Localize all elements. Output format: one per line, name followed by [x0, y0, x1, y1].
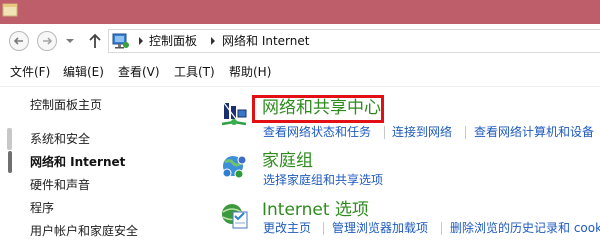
category-title-internet-options[interactable]: Internet 选项: [262, 200, 369, 220]
link-change-homepage[interactable]: 更改主页: [263, 221, 311, 235]
recent-pages-dropdown[interactable]: [65, 36, 75, 46]
sidebar-item-user-accounts[interactable]: 用户帐户和家庭安全: [30, 224, 138, 238]
address-bar[interactable]: 控制面板 网络和 Internet: [108, 29, 600, 53]
back-button[interactable]: [9, 31, 29, 51]
link-view-network-status[interactable]: 查看网络状态和任务: [263, 125, 371, 139]
breadcrumb-control-panel[interactable]: 控制面板: [149, 34, 197, 48]
link-separator: [384, 126, 385, 139]
menu-view[interactable]: 查看(V): [118, 65, 160, 79]
category-title-homegroup[interactable]: 家庭组: [262, 151, 313, 171]
link-delete-history[interactable]: 删除浏览的历史记录和 cook: [450, 221, 600, 235]
up-button[interactable]: [86, 31, 104, 51]
breadcrumb-separator-icon: [211, 37, 215, 45]
breadcrumb-network-internet[interactable]: 网络和 Internet: [222, 34, 309, 48]
link-homegroup-sharing-options[interactable]: 选择家庭组和共享选项: [263, 173, 383, 187]
link-separator: [323, 222, 324, 235]
menu-edit[interactable]: 编辑(E): [63, 65, 104, 79]
link-view-network-computers[interactable]: 查看网络计算机和设备: [474, 125, 594, 139]
back-arrow-icon: [13, 37, 23, 45]
link-separator: [465, 126, 466, 139]
divider: [0, 86, 600, 87]
menu-bar: 文件(F) 编辑(E) 查看(V) 工具(T) 帮助(H): [0, 58, 600, 86]
menu-tools[interactable]: 工具(T): [174, 65, 215, 79]
forward-button[interactable]: [37, 31, 57, 51]
sidebar-item-system-security[interactable]: 系统和安全: [30, 132, 90, 146]
internet-options-icon[interactable]: [220, 200, 250, 230]
title-bar[interactable]: [0, 0, 600, 24]
sidebar-item-network-internet[interactable]: 网络和 Internet: [30, 155, 125, 169]
control-panel-icon: [112, 33, 129, 49]
homegroup-icon[interactable]: [220, 151, 250, 181]
sidebar-item-control-panel-home[interactable]: 控制面板主页: [30, 98, 102, 112]
network-center-icon[interactable]: [220, 100, 250, 130]
breadcrumb-separator-icon: [139, 37, 143, 45]
menu-file[interactable]: 文件(F): [10, 65, 50, 79]
sidebar-scrollbar[interactable]: [7, 128, 12, 150]
link-manage-addons[interactable]: 管理浏览器加载项: [332, 221, 428, 235]
link-connect-to-network[interactable]: 连接到网络: [392, 125, 452, 139]
menu-help[interactable]: 帮助(H): [229, 65, 271, 79]
sidebar-item-hardware-sound[interactable]: 硬件和声音: [30, 178, 90, 192]
selected-indicator: [8, 151, 12, 173]
app-icon: [2, 3, 18, 17]
navigation-bar: 控制面板 网络和 Internet: [0, 24, 600, 58]
category-title-network-center[interactable]: 网络和共享中心: [262, 98, 381, 118]
sidebar-item-programs[interactable]: 程序: [30, 201, 54, 215]
link-separator: [441, 222, 442, 235]
forward-arrow-icon: [43, 37, 53, 45]
